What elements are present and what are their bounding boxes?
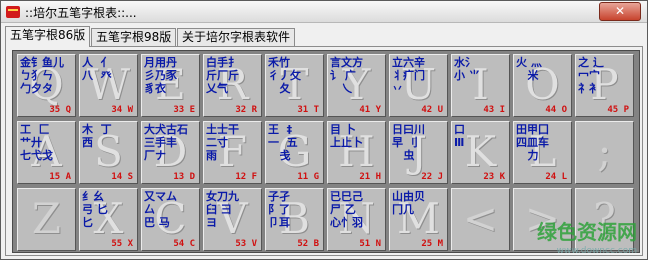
key-code: 12 F (235, 172, 257, 182)
key-code: 53 V (235, 239, 257, 249)
key-code: 44 O (545, 105, 567, 115)
site-watermark: 绿色资源网 www.downcc.com (537, 221, 637, 256)
key-roots: 木 丁 西 (82, 123, 112, 149)
key-roots: 已巳己 尸 乙 心忄羽 (330, 190, 363, 229)
key-code: 14 S (111, 172, 133, 182)
key-cell[interactable]: Y 言文方 讠 广 乀 41 Y (327, 54, 386, 117)
key-cell[interactable]: ; (575, 121, 634, 184)
key-code: 43 I (483, 105, 505, 115)
key-cell[interactable]: V 女刀九 臼 彐 ヨ 53 V (203, 188, 262, 251)
key-roots: 言文方 讠 广 乀 (330, 56, 363, 95)
key-cell[interactable]: B 子孑 阝了 卩耳 52 B (265, 188, 324, 251)
key-roots: 火 灬 米 (516, 56, 542, 82)
key-cell[interactable]: T 禾竹 彳丿攵 夂 31 T (265, 54, 324, 117)
key-code: 23 K (483, 172, 505, 182)
key-code: 21 H (359, 172, 381, 182)
key-code: 42 U (421, 105, 443, 115)
key-code: 31 T (297, 105, 319, 115)
key-code: 41 Y (359, 105, 381, 115)
key-code: 45 P (607, 105, 629, 115)
key-cell[interactable]: O火 灬 米 44 O (513, 54, 572, 117)
key-cell[interactable]: I 水氵 小 ⺌ 43 I (451, 54, 510, 117)
key-code: 34 W (111, 105, 133, 115)
key-cell[interactable]: K口 Ⅲ 23 K (451, 121, 510, 184)
key-cell[interactable]: Q 金钅鱼儿 ㄅ犭ㄣ 勹夕タ 35 Q (17, 54, 76, 117)
key-code: 33 E (173, 105, 195, 115)
key-roots: 纟幺 弓 匕 匕 (82, 190, 108, 229)
tab-about[interactable]: 关于培尔字根表软件 (177, 28, 296, 46)
key-roots: 之 辶 冖宀 礻衤 (578, 56, 604, 95)
key-letter: Z (31, 194, 62, 243)
key-code: 52 B (297, 239, 319, 249)
tab-strip: 五笔字根86版 五笔字根98版 关于培尔字根表软件 (5, 26, 645, 47)
key-roots: 日曰川 早 刂 虫 (392, 123, 425, 162)
key-roots: 又マム 厶 巴 马 (144, 190, 177, 229)
key-roots: 子孑 阝了 卩耳 (268, 190, 290, 229)
app-logo-icon (6, 6, 20, 18)
key-roots: 立六辛 丬疒门 丷 (392, 56, 425, 95)
key-roots: 山由贝 冂几 (392, 190, 425, 216)
key-code: 51 N (359, 239, 381, 249)
key-code: 11 G (297, 172, 319, 182)
key-code: 25 M (421, 239, 443, 249)
key-roots: 禾竹 彳丿攵 夂 (268, 56, 301, 95)
key-cell[interactable]: E 月用丹 彡乃豕 豸衣 33 E (141, 54, 200, 117)
key-cell[interactable]: C 又マム 厶 巴 马 54 C (141, 188, 200, 251)
key-cell[interactable]: P之 辶 冖宀 礻衤 45 P (575, 54, 634, 117)
watermark-url: www.downcc.com (556, 246, 637, 256)
key-cell[interactable]: L 田甲囗 四皿车 力 24 L (513, 121, 572, 184)
title-bar[interactable]: ::培尔五笔字根表::... ✕ (1, 1, 647, 23)
key-cell[interactable]: M 山由贝 冂几 25 M (389, 188, 448, 251)
key-cell[interactable]: D 大犬古石 三手丰 厂ナ 13 D (141, 121, 200, 184)
key-cell[interactable]: U 立六辛 丬疒门 丷 42 U (389, 54, 448, 117)
key-letter: < (462, 194, 499, 243)
key-letter: ; (597, 127, 612, 176)
key-cell[interactable]: X 纟幺 弓 匕 匕 55 X (79, 188, 138, 251)
key-roots: 水氵 小 ⺌ (454, 56, 480, 82)
key-roots: 王 ‡ 一 五 戋 (268, 123, 298, 162)
key-code: 54 C (173, 239, 195, 249)
key-cell[interactable]: J 日曰川 早 刂 虫 22 J (389, 121, 448, 184)
key-roots: 女刀九 臼 彐 ヨ (206, 190, 239, 229)
key-roots: 大犬古石 三手丰 厂ナ (144, 123, 188, 162)
close-button[interactable]: ✕ (599, 2, 641, 21)
key-code: 15 A (49, 172, 71, 182)
key-roots: 白手扌 斤厂斤 乂气 (206, 56, 239, 95)
key-cell[interactable]: S木 丁 西 14 S (79, 121, 138, 184)
key-roots: 金钅鱼儿 ㄅ犭ㄣ 勹夕タ (20, 56, 64, 95)
key-roots: 土士干 二寸 雨 (206, 123, 239, 162)
key-cell[interactable]: A工 匚 艹廾 七弋戈 15 A (17, 121, 76, 184)
key-roots: 田甲囗 四皿车 力 (516, 123, 549, 162)
key-cell[interactable]: R 白手扌 斤厂斤 乂气 32 R (203, 54, 262, 117)
app-window: ::培尔五笔字根表::... ✕ 五笔字根86版 五笔字根98版 关于培尔字根表… (0, 0, 648, 260)
key-roots: 目 卜 上止卜 (330, 123, 363, 149)
key-cell[interactable]: N 已巳己 尸 乙 心忄羽 51 N (327, 188, 386, 251)
key-code: 24 L (545, 172, 567, 182)
key-cell[interactable]: W人 亻 八 癶 34 W (79, 54, 138, 117)
key-cell[interactable]: < (451, 188, 510, 251)
key-cell[interactable]: G王 ‡ 一 五 戋 11 G (265, 121, 324, 184)
tab-wubi-86[interactable]: 五笔字根86版 (5, 26, 91, 47)
key-cell[interactable]: H目 卜 上止卜 21 H (327, 121, 386, 184)
key-code: 13 D (173, 172, 195, 182)
key-roots: 人 亻 八 癶 (82, 56, 112, 82)
key-code: 55 X (111, 239, 133, 249)
tab-wubi-98[interactable]: 五笔字根98版 (91, 28, 177, 46)
watermark-title: 绿色资源网 (537, 220, 637, 244)
key-roots: 工 匚 艹廾 七弋戈 (20, 123, 53, 162)
key-cell[interactable]: Z (17, 188, 76, 251)
key-roots: 月用丹 彡乃豕 豸衣 (144, 56, 177, 95)
key-cell[interactable]: F 土士干 二寸 雨 12 F (203, 121, 262, 184)
key-code: 32 R (235, 105, 257, 115)
key-roots: 口 Ⅲ (454, 123, 465, 149)
key-code: 35 Q (49, 105, 71, 115)
window-title: ::培尔五笔字根表::... (25, 6, 137, 20)
key-code: 22 J (421, 172, 443, 182)
